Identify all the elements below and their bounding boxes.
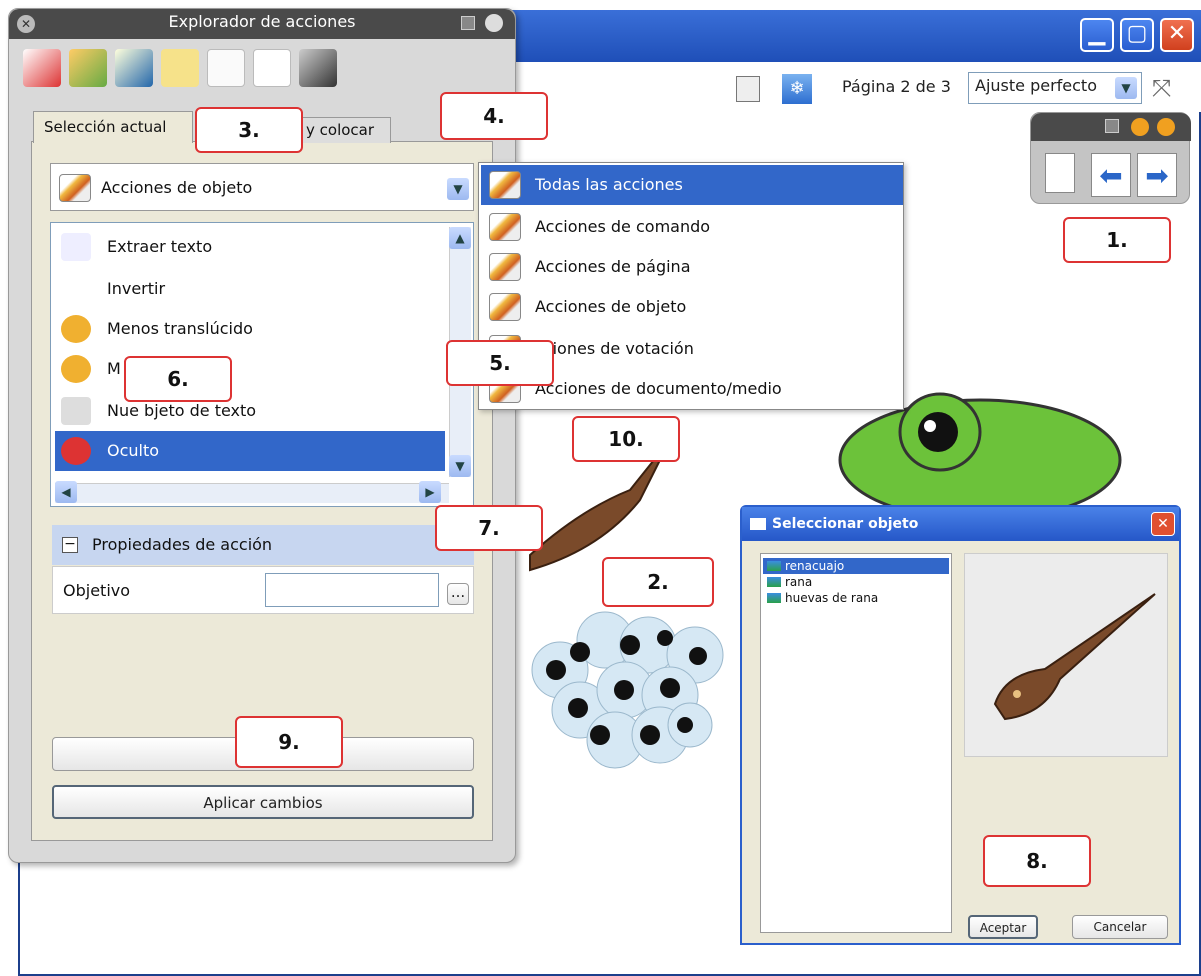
horizontal-scrollbar[interactable]	[55, 483, 449, 503]
minimize-button[interactable]: ▁	[1080, 18, 1114, 52]
image-icon	[767, 593, 781, 603]
callout-5: 5.	[446, 340, 554, 386]
scroll-up-icon[interactable]: ▲	[449, 227, 471, 249]
page-nav-header	[1031, 113, 1191, 141]
tadpole-preview	[993, 593, 1156, 721]
close-icon[interactable]: ✕	[17, 15, 35, 33]
actions-list: Extraer texto Invertir Menos translúcido…	[50, 222, 474, 507]
actions-icon	[489, 253, 521, 281]
list-item[interactable]: huevas de rana	[763, 590, 949, 606]
collapse-icon[interactable]: −	[62, 537, 78, 553]
dropdown-option[interactable]: Acciones de página	[481, 247, 903, 287]
target-label: Objetivo	[63, 581, 131, 600]
chevron-down-icon[interactable]: ▼	[447, 178, 469, 200]
list-item[interactable]: Invertir	[55, 269, 445, 309]
list-item[interactable]: rana	[763, 574, 949, 590]
fullscreen-icon[interactable]: ⤧	[1152, 74, 1171, 102]
properties-icon[interactable]	[207, 49, 245, 87]
cancel-button[interactable]: Cancelar	[1072, 915, 1168, 939]
explorer-title: Explorador de acciones	[168, 12, 356, 31]
collapse-icon[interactable]	[1131, 118, 1149, 136]
dialog-title: Seleccionar objeto	[772, 516, 919, 532]
zoom-value: Ajuste perfecto	[975, 76, 1097, 95]
pin-icon[interactable]	[1105, 119, 1119, 133]
translucent-icon	[61, 315, 91, 343]
scroll-right-icon[interactable]: ▶	[419, 481, 441, 503]
callout-6: 6.	[124, 356, 232, 402]
action-properties-header[interactable]: − Propiedades de acción	[52, 525, 474, 565]
list-item[interactable]: Extraer texto	[55, 227, 445, 267]
tab-current-selection[interactable]: Selección actual	[33, 111, 193, 143]
callout-10: 10.	[572, 416, 680, 462]
list-item[interactable]: renacuajo	[763, 558, 949, 574]
voting-icon[interactable]	[299, 49, 337, 87]
page-indicator: Página 2 de 3	[842, 77, 951, 96]
page-sorter-icon[interactable]	[1045, 153, 1075, 193]
snowflake-icon[interactable]: ❄	[782, 74, 812, 104]
translucent-icon	[61, 355, 91, 383]
actions-icon	[489, 293, 521, 321]
dropdown-option[interactable]: Acciones de comando	[481, 207, 903, 247]
callout-2: 2.	[602, 557, 714, 607]
callout-3: 3.	[195, 107, 303, 153]
frog-image[interactable]	[838, 392, 1122, 522]
actions-icon	[489, 213, 521, 241]
ok-button[interactable]: Aceptar	[968, 915, 1038, 939]
list-item[interactable]: M	[55, 349, 445, 389]
media-icon[interactable]	[69, 49, 107, 87]
actions-icon	[489, 171, 521, 199]
image-icon	[767, 577, 781, 587]
browse-button[interactable]: ...	[447, 583, 469, 605]
text-icon	[61, 233, 91, 261]
callout-8: 8.	[983, 835, 1091, 887]
object-preview	[964, 553, 1168, 757]
explorer-header: Explorador de acciones ✕	[9, 9, 515, 39]
new-text-icon	[61, 397, 91, 425]
object-list: renacuajo rana huevas de rana	[760, 553, 952, 933]
callout-4: 4.	[440, 92, 548, 140]
category-value: Acciones de objeto	[101, 178, 253, 197]
page-view-icon[interactable]	[736, 76, 760, 102]
target-field[interactable]	[265, 573, 439, 607]
gear-icon[interactable]	[1157, 118, 1175, 136]
list-item[interactable]: Nue bjeto de texto	[55, 391, 445, 431]
close-button[interactable]: ✕	[1160, 18, 1194, 52]
chevron-down-icon[interactable]: ▼	[1115, 77, 1137, 99]
action-category-select[interactable]: Acciones de objeto ▼	[50, 163, 474, 211]
close-icon[interactable]: ✕	[1151, 512, 1175, 536]
notes-icon[interactable]	[161, 49, 199, 87]
window-icon	[750, 518, 766, 530]
maximize-button[interactable]: ▢	[1120, 18, 1154, 52]
callout-1: 1.	[1063, 217, 1171, 263]
slide-sorter-icon[interactable]	[23, 49, 61, 87]
dropdown-option[interactable]: Acciones de objeto	[481, 287, 903, 327]
hidden-icon	[61, 437, 91, 465]
zoom-select[interactable]: Ajuste perfecto ▼	[968, 72, 1142, 104]
action-properties-body: Objetivo ...	[52, 566, 474, 614]
apply-changes-button[interactable]: Aplicar cambios	[52, 785, 474, 819]
image-icon	[767, 561, 781, 571]
dialog-header: Seleccionar objeto ✕	[742, 507, 1179, 541]
select-object-dialog: Seleccionar objeto ✕ renacuajo rana huev…	[740, 505, 1181, 945]
scroll-down-icon[interactable]: ▼	[449, 455, 471, 477]
list-item[interactable]: Oculto	[55, 431, 445, 471]
page-nav-panel: ⬅ ➡	[1030, 112, 1191, 204]
scroll-left-icon[interactable]: ◀	[55, 481, 77, 503]
dropdown-option[interactable]: Todas las acciones	[481, 165, 903, 205]
actions-icon	[59, 174, 91, 202]
list-item[interactable]: Menos translúcido	[55, 309, 445, 349]
action-explorer-icon[interactable]	[253, 49, 291, 87]
resources-icon[interactable]	[115, 49, 153, 87]
callout-7: 7.	[435, 505, 543, 551]
callout-9: 9.	[235, 716, 343, 768]
frog-eggs-image[interactable]	[531, 611, 724, 769]
gear-icon[interactable]	[485, 14, 503, 32]
pin-icon[interactable]	[461, 16, 475, 30]
next-page-icon[interactable]: ➡	[1137, 153, 1177, 197]
previous-page-icon[interactable]: ⬅	[1091, 153, 1131, 197]
tab-drag-drop[interactable]: y colocar	[291, 117, 391, 143]
